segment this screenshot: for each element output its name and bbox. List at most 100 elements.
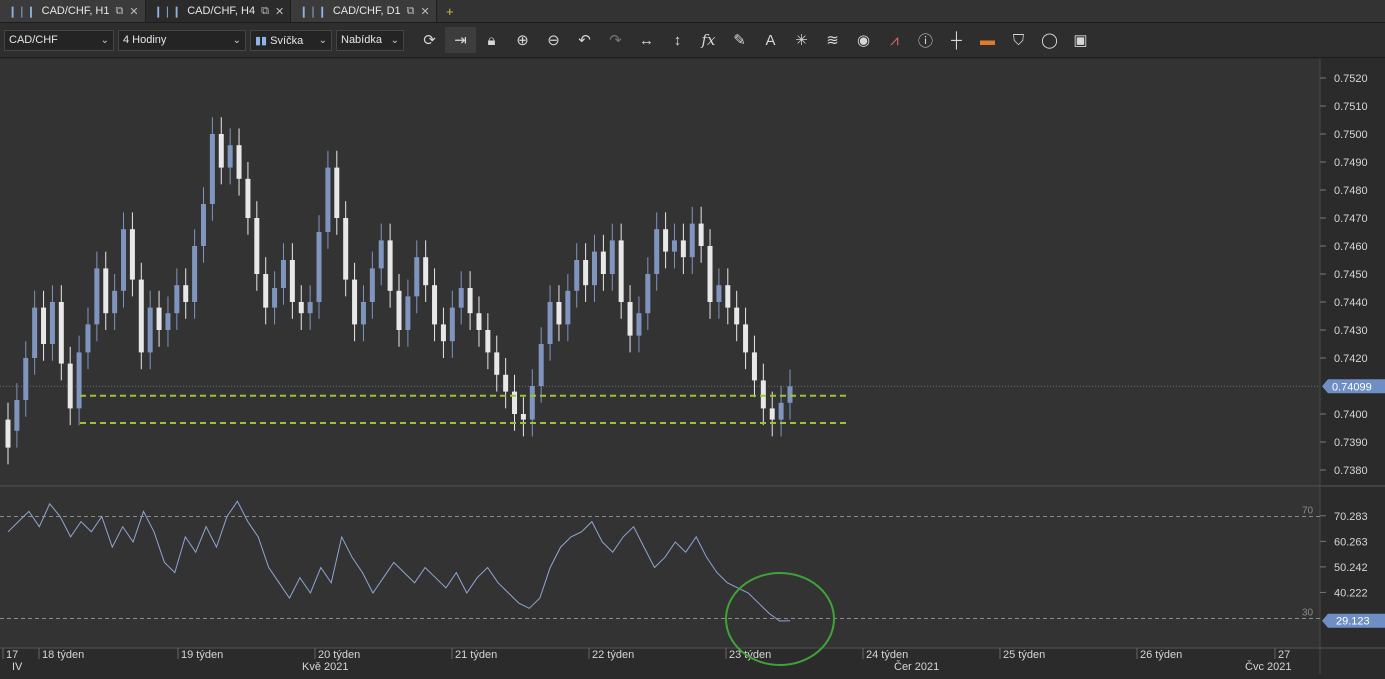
vertical-measure-icon[interactable]: ↕	[662, 27, 693, 53]
trade-icon[interactable]: ⩘	[879, 27, 910, 53]
lock-icon[interactable]: 🔒︎	[476, 27, 507, 53]
rsi-tick-label: 50.242	[1334, 562, 1368, 574]
candle-body	[245, 178, 251, 218]
candle-body	[494, 352, 500, 375]
candle-body	[432, 285, 438, 325]
price-tick-label: 0.7470	[1334, 213, 1368, 225]
candle-body	[32, 307, 38, 358]
candle-body	[467, 288, 473, 314]
candle-body	[352, 279, 358, 325]
text-icon[interactable]: A	[755, 27, 786, 53]
cursor-cross-icon[interactable]: ┼	[941, 27, 972, 53]
candle-body	[787, 386, 793, 403]
horizontal-measure-icon[interactable]: ↔	[631, 27, 662, 53]
candle-body	[289, 260, 295, 302]
candle-body	[165, 313, 171, 330]
symbol-select[interactable]: CAD/CHF ⌄	[4, 29, 114, 51]
candle-body	[254, 218, 260, 274]
candle-body	[41, 307, 47, 344]
zoom-out-icon[interactable]: ⊖	[538, 27, 569, 53]
zoom-in-icon[interactable]: ⊕	[507, 27, 538, 53]
candle-body	[94, 268, 100, 325]
candle-body	[129, 229, 135, 280]
candle-body	[538, 344, 544, 386]
chart-area[interactable]: 0.7520 0.7510 0.7500 0.7490 0.7480 0.7470 0.74…	[0, 59, 1385, 674]
toolbar-icons: ⟳ ⇥ 🔒︎ ⊕ ⊖ ↶ ↷ ↔ ↕ fx ✎ A ✳ ≋ ◉ ⩘ ⓘ ┼ ▬ …	[414, 27, 1096, 53]
candle-body	[307, 302, 313, 314]
menu-select[interactable]: Nabídka ⌄	[336, 29, 404, 51]
week-label: 25 týden	[1003, 649, 1045, 661]
price-tick-label: 0.7500	[1334, 129, 1368, 141]
candle-body	[272, 288, 278, 308]
chart-canvas[interactable]: 0.7520 0.7510 0.7500 0.7490 0.7480 0.7470 0.74…	[0, 59, 1385, 674]
candle-body	[387, 240, 393, 291]
price-tick-label: 0.7450	[1334, 269, 1368, 281]
candle-body	[360, 302, 366, 325]
info-icon[interactable]: ⓘ	[910, 27, 941, 53]
week-label: 22 týden	[592, 649, 634, 661]
candle-body	[645, 274, 651, 314]
candle-body	[769, 408, 775, 420]
month-label: Čer 2021	[894, 660, 939, 673]
candle-body	[67, 363, 73, 409]
month-label: Kvě 2021	[302, 661, 348, 673]
month-label: Čvc 2021	[1245, 660, 1291, 673]
week-label: 24 týden	[866, 649, 908, 661]
eye-icon[interactable]: ◉	[848, 27, 879, 53]
candle-body	[671, 240, 677, 252]
candle-body	[316, 232, 322, 302]
tab-cadchf-h4[interactable]: ❙❘❙ CAD/CHF, H4 ⧉ ✕	[145, 0, 292, 22]
timeframe-value: 4 Hodiny	[123, 34, 167, 46]
crosshair-star-icon[interactable]: ✳	[786, 27, 817, 53]
undo-icon[interactable]: ↶	[569, 27, 600, 53]
save-icon[interactable]: ▣	[1065, 27, 1096, 53]
candle-body	[5, 419, 11, 448]
candle-body	[121, 229, 127, 291]
candle-body	[627, 302, 633, 336]
candle-body	[485, 330, 491, 353]
candle-body	[698, 223, 704, 246]
candle-body	[334, 167, 340, 218]
auto-scroll-icon[interactable]: ⇥	[445, 27, 476, 53]
tab-cadchf-h1[interactable]: ❙❘❙ CAD/CHF, H1 ⧉ ✕	[0, 0, 146, 22]
popout-icon[interactable]: ⧉	[407, 5, 415, 18]
close-icon[interactable]: ✕	[421, 5, 430, 18]
candle-type-icon: ▮▮	[255, 34, 271, 47]
refresh-icon[interactable]: ⟳	[414, 27, 445, 53]
candle-body	[325, 167, 331, 232]
close-icon[interactable]: ✕	[129, 5, 138, 18]
color-strip-icon[interactable]: ▬	[972, 27, 1003, 53]
price-tick-label: 0.7520	[1334, 73, 1368, 85]
rsi-tick-label: 40.222	[1334, 587, 1368, 599]
candle-body	[209, 134, 215, 204]
indicator-fx-icon[interactable]: fx	[693, 27, 724, 53]
candle-body	[707, 246, 713, 302]
layers-icon[interactable]: ≋	[817, 27, 848, 53]
chart-type-select[interactable]: ▮▮ Svíčka ⌄	[250, 29, 332, 51]
candle-body	[192, 246, 198, 302]
popout-icon[interactable]: ⧉	[261, 5, 269, 18]
candle-body	[556, 302, 562, 325]
candle-body	[112, 290, 118, 314]
candle-body	[156, 307, 162, 330]
candle-body	[760, 380, 766, 409]
candle-body	[476, 313, 482, 330]
close-icon[interactable]: ✕	[275, 5, 284, 18]
tab-label: CAD/CHF, H1	[41, 5, 110, 17]
tab-cadchf-d1[interactable]: ❙❘❙ CAD/CHF, D1 ⧉ ✕	[291, 0, 437, 22]
pencil-icon[interactable]: ✎	[724, 27, 755, 53]
redo-icon[interactable]: ↷	[600, 27, 631, 53]
chevron-down-icon: ⌄	[318, 34, 327, 46]
candle-body	[565, 290, 571, 325]
circle-icon[interactable]: ◯	[1034, 27, 1065, 53]
new-chart-tab-icon[interactable]: +	[437, 0, 463, 22]
candle-body	[716, 285, 722, 302]
candles-icon: ❙❘❙	[8, 5, 36, 18]
candle-body	[174, 285, 180, 314]
timeframe-select[interactable]: 4 Hodiny ⌄	[118, 29, 246, 51]
bucket-icon[interactable]: ⛉	[1003, 27, 1034, 53]
candle-body	[201, 204, 206, 246]
rsi-value-label: 29.123	[1336, 616, 1370, 628]
popout-icon[interactable]: ⧉	[116, 5, 124, 18]
candle-body	[236, 145, 242, 179]
